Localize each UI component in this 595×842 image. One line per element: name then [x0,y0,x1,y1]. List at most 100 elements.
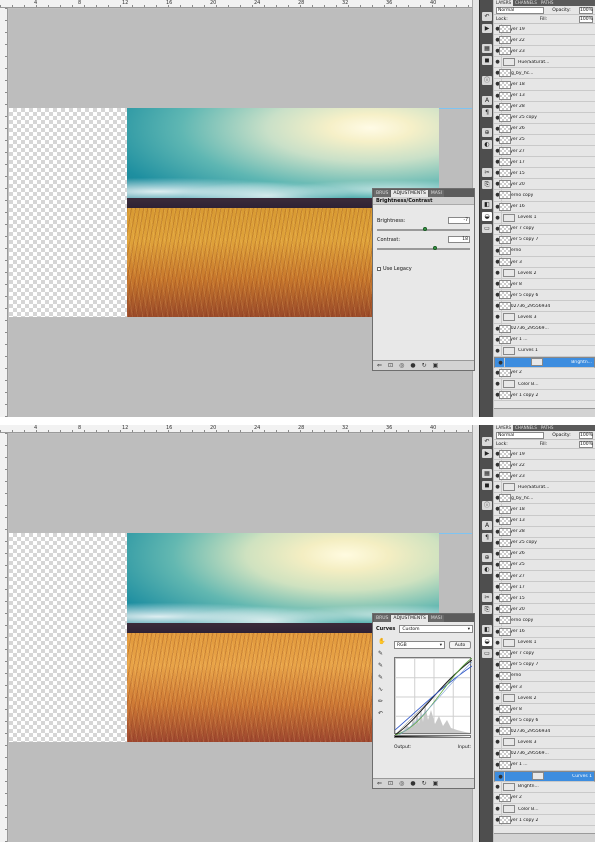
layer-thumbnail[interactable] [499,749,511,758]
visibility-eye-icon[interactable]: ● [497,771,505,781]
brightness-slider[interactable] [377,227,470,231]
visibility-eye-icon[interactable]: ● [494,804,502,815]
layer-row[interactable]: ● Curves 1 [494,345,595,357]
brightness-slider-handle[interactable] [423,227,427,231]
tab-layers[interactable]: LAYERS [494,0,514,6]
layer-row[interactable]: ● Hue/Saturat... [494,482,595,494]
layer-thumbnail[interactable] [499,594,511,603]
visibility-eye-icon[interactable]: ● [494,57,502,68]
layer-thumbnail[interactable] [499,560,511,569]
navigator-icon[interactable]: ⊕ [482,128,492,137]
layer-thumbnail[interactable] [499,549,511,558]
layer-row[interactable]: ● Layer 25 copy [494,537,595,549]
smooth-icon[interactable]: ↶ [378,710,390,717]
target-adjust-icon[interactable]: ✋ [378,638,390,645]
layer-row[interactable]: ● Layer 28 [494,526,595,538]
layer-name[interactable]: Levels 2 [518,696,537,701]
view-icon[interactable]: ◎ [399,362,404,369]
brightness-field[interactable]: -7 [448,217,470,224]
layer-thumbnail[interactable] [499,80,511,89]
layer-thumbnail[interactable] [499,516,511,525]
layer-thumbnail[interactable] [499,616,511,625]
fill-field[interactable]: 100% [579,440,593,448]
checkbox-box[interactable] [377,267,381,271]
tab-adjustments[interactable]: ADJUSTMENTS [391,190,428,197]
layer-row[interactable]: ● Layer 23 [494,471,595,483]
layer-thumbnail[interactable] [499,793,511,802]
layer-row[interactable]: ● Layer 1 copy 2 [494,815,595,827]
character-icon[interactable]: A [482,96,492,105]
layer-name[interactable]: Levels 3 [518,315,537,320]
layer-row[interactable]: ● Layer 19 [494,449,595,461]
adjustment-thumbnail[interactable] [503,58,515,67]
layer-row[interactable]: ● Layer 2 [494,367,595,379]
color-icon[interactable]: ◐ [482,565,492,574]
layer-row[interactable]: ● Layer 23 [494,46,595,58]
layer-row[interactable]: ● Layer 25 [494,559,595,572]
layer-row[interactable]: ● ring_by_hc... [494,493,595,505]
layer-row[interactable]: ● Layer 18 [494,504,595,516]
layer-thumbnail[interactable] [499,169,511,178]
preset-select[interactable]: Custom ▾ [399,625,473,633]
black-eyedropper-icon[interactable]: ✎ [378,650,390,657]
layer-row[interactable]: ● Cuerno [494,670,595,682]
adjustment-thumbnail[interactable] [503,483,515,492]
layer-thumbnail[interactable] [499,102,511,111]
layer-row[interactable]: ● Layer 25 [494,134,595,147]
pencil-icon[interactable]: ✏ [378,698,390,705]
layer-row[interactable]: ● Layer 7 copy [494,223,595,235]
layer-row[interactable]: ● Levels 3 [494,737,595,749]
curve-point-icon[interactable]: ∿ [378,686,390,693]
layer-thumbnail[interactable] [499,91,511,100]
layer-row[interactable]: ● Layer 26 [494,123,595,135]
tab-channels[interactable]: CHANNELS [513,0,539,6]
adjustment-thumbnail[interactable] [503,638,515,647]
eye-icon[interactable]: ● [410,780,415,787]
layer-row[interactable]: ● Layer 17 [494,157,595,169]
layer-row[interactable]: ● Layer 13 [494,90,595,102]
visibility-eye-icon[interactable]: ● [494,212,502,223]
visibility-eye-icon[interactable]: ● [497,357,505,367]
styles-icon[interactable]: ◼ [482,481,492,490]
layer-thumbnail[interactable] [499,716,511,725]
layer-thumbnail[interactable] [499,191,511,200]
layer-row[interactable]: ● Levels 3 [494,312,595,324]
reset-icon[interactable]: ↻ [422,780,427,787]
layer-row[interactable]: ● Layer 16 [494,626,595,638]
layer-row[interactable]: ● Hue/Saturat... [494,57,595,69]
trash-icon[interactable]: ▣ [433,362,439,369]
character-icon[interactable]: A [482,521,492,530]
auto-button[interactable]: Auto [449,641,471,649]
layer-thumbnail[interactable] [499,461,511,470]
opacity-field[interactable]: 100% [579,6,593,14]
layer-name[interactable]: Color B... [518,382,539,387]
layer-name[interactable]: Brightn... [571,360,592,365]
adjustment-thumbnail[interactable] [503,805,515,814]
info-icon[interactable]: ⓘ [482,76,492,85]
layer-thumbnail[interactable] [499,627,511,636]
layer-thumbnail[interactable] [499,47,511,56]
visibility-eye-icon[interactable]: ● [494,312,502,323]
layer-row[interactable]: ● Layer 27 [494,146,595,158]
layer-row[interactable]: ● Layer 15 [494,593,595,605]
adjustments-panel-icon[interactable]: ◒ [482,212,492,221]
adjustment-thumbnail[interactable] [503,213,515,222]
masks-panel-icon[interactable]: ▭ [482,224,492,233]
layer-row[interactable]: ● Layer 5 copy 6 [494,715,595,727]
layer-thumbnail[interactable] [499,302,511,311]
layer-row[interactable]: ● Layer 1 ... [494,759,595,771]
layer-thumbnail[interactable] [499,505,511,514]
layer-thumbnail[interactable] [499,25,511,34]
layer-thumbnail[interactable] [499,368,511,377]
adjustment-thumbnail[interactable] [503,380,515,389]
adjustment-thumbnail[interactable] [503,346,515,355]
layer-name[interactable]: 1402736_29556934 [505,729,550,734]
layer-row[interactable]: ● Levels 2 [494,268,595,280]
layer-row[interactable]: ● Layer 5 copy 7 [494,234,595,246]
navigator-icon[interactable]: ⊕ [482,553,492,562]
layer-name[interactable]: Levels 1 [518,215,537,220]
adjustment-thumbnail[interactable] [503,782,515,791]
layer-name[interactable]: Hue/Saturat... [518,60,549,65]
tab-paths[interactable]: PATHS [539,425,556,431]
layer-thumbnail[interactable] [499,527,511,536]
